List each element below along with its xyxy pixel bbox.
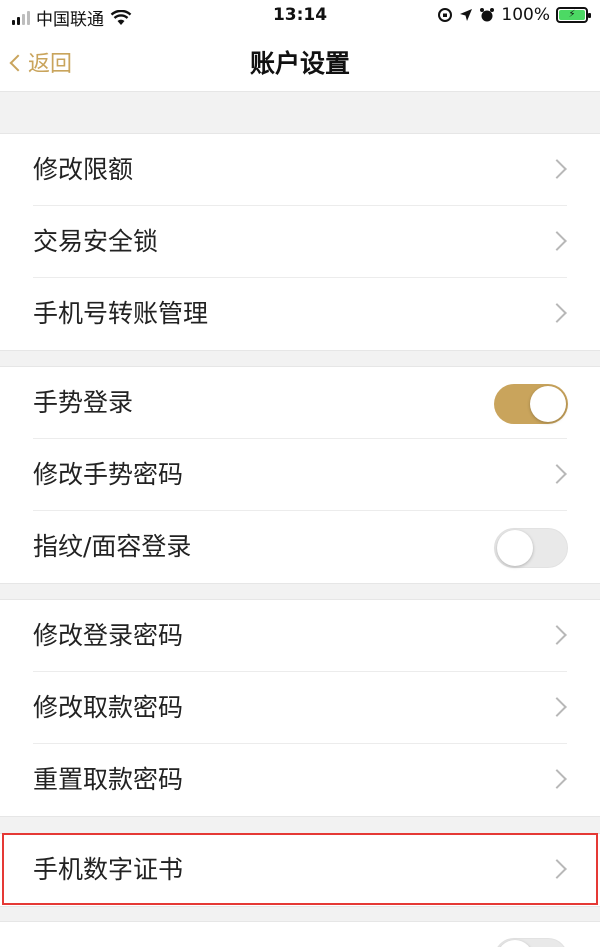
row-label: 手机数字证书: [33, 855, 184, 884]
rotation-lock-icon: [438, 8, 453, 22]
chevron-right-icon: [547, 625, 567, 645]
row-biometric-login: 指纹/面容登录: [0, 511, 600, 583]
row-label: 手机号转账管理: [33, 299, 209, 328]
row-phone-transfer[interactable]: 手机号转账管理: [0, 278, 600, 350]
status-right: 100% ⚡: [437, 5, 591, 25]
settings-group-passwords: 修改登录密码 修改取款密码 重置取款密码: [0, 599, 600, 817]
row-modify-gesture[interactable]: 修改手势密码: [0, 439, 600, 511]
settings-group-limits: 修改限额 交易安全锁 手机号转账管理: [0, 133, 600, 351]
row-withdraw-password[interactable]: 修改取款密码: [0, 672, 600, 744]
row-login-password[interactable]: 修改登录密码: [0, 600, 600, 672]
settings-group-gesture: 手势登录 修改手势密码 指纹/面容登录: [0, 366, 600, 584]
row-digital-certificate[interactable]: 手机数字证书: [0, 834, 600, 906]
partial-toggle[interactable]: [494, 938, 568, 947]
settings-group-certificate: 手机数字证书: [0, 833, 600, 907]
status-bar: 中国联通 13:14 100% ⚡: [0, 0, 600, 30]
gesture-login-toggle[interactable]: [494, 384, 568, 424]
location-icon: [460, 9, 473, 21]
chevron-right-icon: [547, 859, 567, 879]
row-modify-limit[interactable]: 修改限额: [0, 134, 600, 206]
nav-bar: 返回 账户设置: [0, 30, 600, 92]
row-label: 手势登录: [33, 388, 134, 417]
page-title: 账户设置: [249, 49, 350, 78]
chevron-right-icon: [547, 303, 567, 323]
row-label: 修改取款密码: [33, 693, 184, 722]
row-gesture-login: 手势登录: [0, 367, 600, 439]
battery-percent: 100%: [501, 5, 550, 25]
biometric-login-toggle[interactable]: [494, 528, 568, 568]
chevron-right-icon: [547, 159, 567, 179]
chevron-right-icon: [547, 231, 567, 251]
row-transaction-lock[interactable]: 交易安全锁: [0, 206, 600, 278]
chevron-right-icon: [547, 769, 567, 789]
alarm-icon: [480, 8, 495, 22]
settings-group-partial: [0, 921, 600, 947]
row-reset-withdraw-password[interactable]: 重置取款密码: [0, 744, 600, 816]
row-label: 交易安全锁: [33, 227, 159, 256]
battery-icon: ⚡: [556, 7, 591, 23]
row-label: 指纹/面容登录: [33, 532, 192, 561]
chevron-right-icon: [547, 697, 567, 717]
chevron-right-icon: [547, 464, 567, 484]
row-label: 重置取款密码: [33, 765, 184, 794]
row-label: 修改手势密码: [33, 460, 184, 489]
row-label: 修改限额: [33, 155, 134, 184]
row-label: 修改登录密码: [33, 621, 184, 650]
